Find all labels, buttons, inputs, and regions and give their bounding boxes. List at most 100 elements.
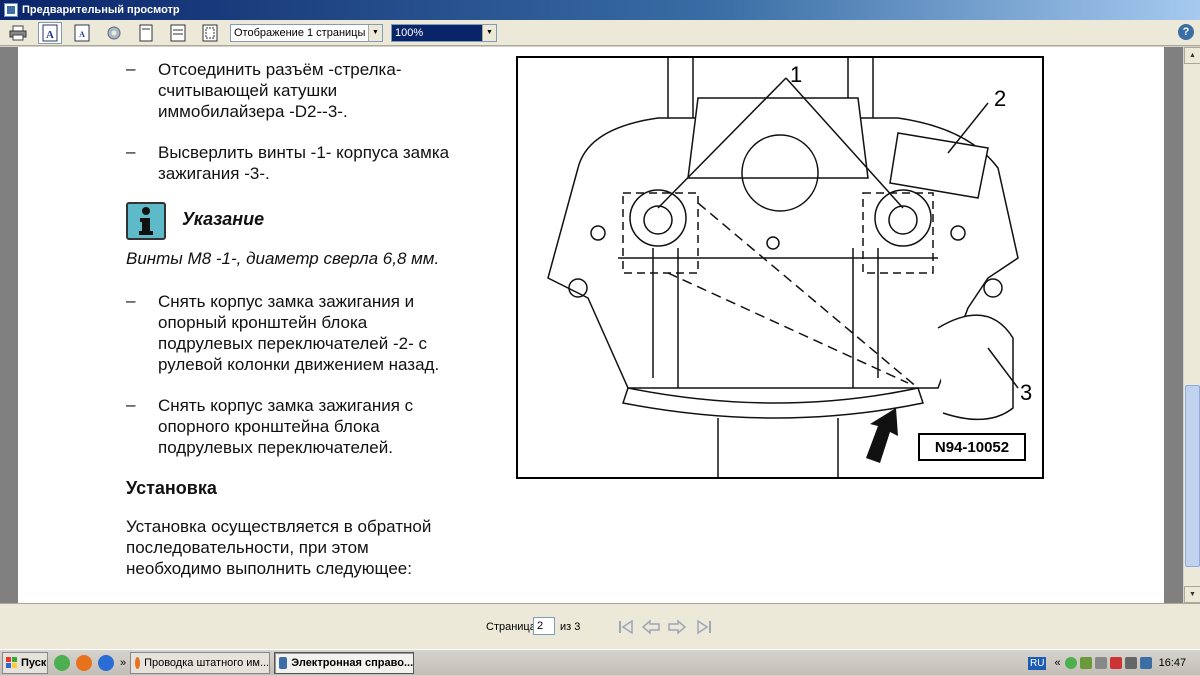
info-icon	[126, 202, 166, 240]
bullet-dash: –	[126, 395, 136, 414]
scroll-thumb[interactable]	[1185, 385, 1200, 567]
text-line: считывающей катушки	[158, 81, 338, 100]
zoom-value: 100%	[395, 26, 424, 39]
page-icon	[139, 24, 153, 41]
text-line: зажигания -3-.	[158, 164, 270, 183]
window-title: Предварительный просмотр	[22, 4, 180, 16]
arrow-icon	[866, 408, 898, 463]
callout-2: 2	[994, 86, 1006, 111]
text-line: подрулевых переключателей -2- с	[158, 334, 427, 353]
windows-logo-icon	[6, 656, 17, 668]
tray-overflow-button[interactable]: «	[1054, 657, 1060, 669]
task-label: Электронная справо...	[291, 656, 414, 669]
bullet-dash: –	[126, 291, 136, 310]
firefox-icon[interactable]	[76, 654, 92, 671]
help-app-icon	[279, 656, 288, 669]
zoom-select[interactable]: 100% ▼	[391, 23, 497, 42]
printer-icon	[9, 25, 27, 40]
page-label: Страница	[486, 621, 536, 633]
volume-icon[interactable]	[1124, 657, 1137, 669]
display-icon[interactable]	[1094, 657, 1107, 669]
page-count: из 3	[560, 621, 581, 633]
document-page: – Отсоединить разъём -стрелка- считывающ…	[18, 47, 1164, 603]
language-indicator[interactable]: RU	[1028, 656, 1047, 670]
quicklaunch-overflow[interactable]: »	[120, 657, 126, 669]
font-size-small-icon: A	[74, 24, 90, 41]
text-line: Отсоединить разъём -стрелка-	[158, 60, 402, 79]
scroll-down-button[interactable]: ▼	[1184, 586, 1200, 603]
svg-text:A: A	[46, 29, 54, 41]
fit-page-button[interactable]	[198, 22, 222, 44]
firefox-icon	[135, 656, 141, 669]
text-line: опорный кронштейн блока	[158, 313, 368, 332]
page-mode-select[interactable]: Отображение 1 страницы ▼	[230, 23, 383, 42]
start-label: Пуск	[21, 656, 47, 669]
text-line: подрулевых переключателей.	[158, 438, 393, 457]
chevron-down-icon[interactable]: ▼	[482, 24, 496, 41]
bullet-dash: –	[126, 142, 136, 161]
section-paragraph: Установка осуществляется в обратной посл…	[126, 516, 431, 579]
single-page-button[interactable]	[134, 22, 158, 44]
bullet-item: Отсоединить разъём -стрелка- считывающей…	[158, 59, 401, 122]
scroll-up-button[interactable]: ▲	[1184, 47, 1200, 64]
network-icon[interactable]	[1064, 657, 1077, 669]
page-width-button[interactable]	[166, 22, 190, 44]
taskbar: Пуск » Проводка штатного им... Электронн…	[0, 649, 1200, 675]
bullet-item: Снять корпус замка зажигания и опорный к…	[158, 291, 439, 375]
note-text: Винты M8 -1-, диаметр сверла 6,8 мм.	[126, 249, 440, 268]
text-line: Высверлить винты -1- корпуса замка	[158, 143, 450, 162]
page-width-icon	[170, 24, 186, 41]
settings-button[interactable]	[102, 22, 126, 44]
arrow-left-icon	[641, 619, 660, 635]
section-heading: Установка	[126, 478, 217, 498]
connection-icon[interactable]	[1139, 657, 1152, 669]
text-line: Снять корпус замка зажигания с	[158, 396, 414, 415]
help-button[interactable]: ?	[1178, 24, 1194, 40]
svg-text:A: A	[79, 30, 85, 39]
ignition-lock-drawing: 1 2 3	[547, 58, 1032, 477]
text-line: опорного кронштейна блока	[158, 417, 380, 436]
toolbar: A A Отображение 1 страницы ▼ 100% ▼ ?	[0, 20, 1200, 46]
technical-illustration: 1 2 3 N94-10052	[516, 56, 1044, 479]
bullet-item: Высверлить винты -1- корпуса замка зажиг…	[158, 142, 449, 184]
next-page-button[interactable]	[667, 617, 687, 637]
callout-3: 3	[1020, 380, 1032, 405]
vertical-scrollbar[interactable]: ▲ ▼	[1183, 47, 1200, 603]
window-title-bar[interactable]: Предварительный просмотр	[0, 0, 1200, 20]
document-viewport[interactable]: – Отсоединить разъём -стрелка- считывающ…	[0, 47, 1200, 603]
fit-page-icon	[202, 24, 218, 41]
page-number-input[interactable]: 2	[533, 617, 555, 635]
text-line: рулевой колонки движением назад.	[158, 355, 440, 374]
first-page-button[interactable]	[616, 617, 636, 637]
last-page-button[interactable]	[694, 617, 714, 637]
taskbar-item-help[interactable]: Электронная справо...	[274, 651, 415, 674]
text-line: необходимо выполнить следующее:	[126, 559, 412, 578]
font-small-button[interactable]: A	[70, 22, 94, 44]
last-page-icon	[697, 619, 711, 635]
clock[interactable]: 16:47	[1159, 657, 1187, 669]
preview-app-icon	[4, 3, 18, 17]
note-title: Указание	[182, 209, 265, 229]
page-number-value: 2	[537, 620, 544, 632]
chevron-down-icon[interactable]: ▼	[368, 24, 382, 41]
start-button[interactable]: Пуск	[2, 651, 48, 674]
text-line: Снять корпус замка зажигания и	[158, 292, 415, 311]
font-large-button[interactable]: A	[38, 21, 62, 44]
utorrent-icon[interactable]	[54, 654, 70, 671]
font-size-large-icon: A	[42, 24, 58, 41]
page-mode-value: Отображение 1 страницы	[234, 26, 366, 39]
text-line: последовательности, при этом	[126, 538, 369, 557]
page-navigation-bar: Страница 2 из 3	[0, 603, 1200, 649]
text-line: Установка осуществляется в обратной	[126, 517, 432, 536]
task-label: Проводка штатного им...	[144, 656, 270, 669]
taskbar-item-browser[interactable]: Проводка штатного им...	[130, 651, 271, 674]
internet-explorer-icon[interactable]	[98, 654, 114, 671]
previous-page-button[interactable]	[641, 617, 661, 637]
print-button[interactable]	[6, 22, 30, 44]
arrow-right-icon	[668, 619, 687, 635]
callout-1: 1	[790, 62, 802, 87]
antivirus-icon[interactable]	[1079, 657, 1092, 669]
system-tray: RU « 16:47	[1026, 650, 1200, 676]
bullet-item: Снять корпус замка зажигания с опорного …	[158, 395, 413, 458]
alert-icon[interactable]	[1109, 657, 1122, 669]
